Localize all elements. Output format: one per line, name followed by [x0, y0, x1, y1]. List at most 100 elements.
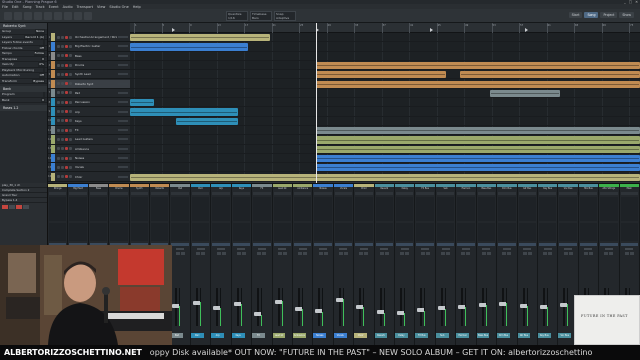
- insert-rack[interactable]: [538, 197, 557, 221]
- record-button[interactable]: [65, 54, 68, 58]
- send-rack[interactable]: [600, 223, 618, 241]
- track-lane[interactable]: [130, 89, 640, 99]
- send-rack[interactable]: [375, 223, 394, 241]
- channel-name-bottom[interactable]: FX: [252, 333, 265, 338]
- track-header[interactable]: 6 Roberto Synt: [48, 79, 130, 89]
- mute-button[interactable]: [57, 147, 60, 151]
- insert-rack[interactable]: [273, 197, 291, 221]
- record-button[interactable]: [65, 128, 68, 132]
- channel-name-bottom[interactable]: Harmon: [456, 333, 470, 338]
- track-lane[interactable]: [130, 80, 640, 89]
- mute-button[interactable]: [543, 252, 548, 255]
- insert-rack[interactable]: [416, 197, 434, 221]
- mute-button[interactable]: [338, 252, 343, 255]
- track-name[interactable]: Noises: [75, 156, 117, 160]
- track-name[interactable]: Drums: [75, 63, 117, 67]
- event-clip[interactable]: [460, 71, 640, 79]
- send-rack[interactable]: [314, 223, 332, 241]
- solo-button[interactable]: [180, 252, 185, 255]
- track-header[interactable]: 10 Keys: [48, 116, 130, 126]
- input-slot[interactable]: [69, 192, 87, 195]
- record-button[interactable]: [65, 44, 68, 48]
- output-selector[interactable]: [232, 243, 251, 246]
- track-volume-slider[interactable]: [118, 73, 128, 76]
- record-button[interactable]: [65, 72, 68, 76]
- solo-button[interactable]: [61, 63, 64, 67]
- track-name[interactable]: Arp: [75, 110, 117, 114]
- send-rack[interactable]: [436, 223, 455, 241]
- marker-flag[interactable]: [430, 28, 433, 32]
- track-volume-slider[interactable]: [118, 147, 128, 150]
- track-lane[interactable]: [130, 145, 640, 154]
- solo-button[interactable]: [282, 252, 287, 255]
- split-tool-button[interactable]: [34, 12, 42, 20]
- send-rack[interactable]: [232, 223, 251, 241]
- pan-slider[interactable]: [421, 248, 430, 250]
- menu-item-transport[interactable]: Transport: [77, 5, 93, 9]
- website-brand[interactable]: ALBERTORIZZOSCHETTINO.NET: [0, 348, 142, 357]
- send-rack[interactable]: [559, 223, 577, 241]
- monitor-button[interactable]: [69, 137, 72, 141]
- solo-button[interactable]: [61, 44, 64, 48]
- insert-rack[interactable]: [49, 197, 67, 221]
- send-rack[interactable]: [416, 223, 434, 241]
- track-header[interactable]: 1 Orchestral Arrangement / Strings: [48, 33, 130, 43]
- track-color-swatch[interactable]: [51, 88, 55, 98]
- send-rack[interactable]: [620, 223, 638, 241]
- insert-rack[interactable]: [579, 197, 598, 221]
- track-name[interactable]: Pad: [75, 91, 117, 95]
- pan-slider[interactable]: [319, 248, 328, 250]
- send-rack[interactable]: [171, 223, 189, 241]
- send-rack[interactable]: [110, 223, 128, 241]
- track-name[interactable]: Big Electric Guitar: [75, 44, 117, 48]
- mute-button[interactable]: [57, 119, 60, 123]
- solo-button[interactable]: [303, 252, 308, 255]
- track-name[interactable]: Synth Lead: [75, 72, 117, 76]
- solo-button[interactable]: [466, 252, 471, 255]
- monitor-button[interactable]: [69, 119, 72, 123]
- insert-rack[interactable]: [396, 197, 414, 221]
- mute-button[interactable]: [522, 252, 527, 255]
- pan-slider[interactable]: [543, 248, 552, 250]
- solo-button[interactable]: [61, 100, 64, 104]
- pan-slider[interactable]: [461, 248, 470, 250]
- channel-name-bottom[interactable]: Noises: [313, 333, 327, 338]
- menu-item-audio[interactable]: Audio: [63, 5, 73, 9]
- monitor-button[interactable]: [69, 110, 72, 114]
- record-button[interactable]: [65, 119, 68, 123]
- solo-button[interactable]: [61, 91, 64, 95]
- solo-button[interactable]: [384, 252, 389, 255]
- solo-button[interactable]: [61, 119, 64, 123]
- track-name[interactable]: Roberto Synt: [75, 82, 117, 86]
- monitor-button[interactable]: [69, 147, 72, 151]
- event-clip[interactable]: [316, 164, 640, 172]
- mute-button[interactable]: [604, 252, 609, 255]
- insert-rack[interactable]: [600, 197, 618, 221]
- output-selector[interactable]: [498, 243, 516, 246]
- insert-rack[interactable]: [436, 197, 455, 221]
- pan-slider[interactable]: [298, 248, 307, 250]
- record-button[interactable]: [65, 165, 68, 169]
- channel-name-bottom[interactable]: Choir: [354, 333, 367, 338]
- solo-button[interactable]: [61, 110, 64, 114]
- pan-slider[interactable]: [584, 248, 593, 250]
- send-rack[interactable]: [334, 223, 353, 241]
- solo-button[interactable]: [61, 147, 64, 151]
- output-selector[interactable]: [477, 243, 496, 246]
- volume-fader-track[interactable]: [400, 288, 403, 326]
- solo-button[interactable]: [61, 128, 64, 132]
- track-color-swatch[interactable]: [51, 116, 55, 125]
- track-lane[interactable]: [130, 107, 640, 117]
- solo-button[interactable]: [364, 252, 369, 255]
- track-header[interactable]: 13 Ambience: [48, 144, 130, 154]
- input-slot[interactable]: [620, 192, 638, 195]
- pan-slider[interactable]: [523, 248, 532, 250]
- pan-slider[interactable]: [502, 248, 511, 250]
- inspector-row-value[interactable]: 0: [41, 97, 45, 102]
- solo-button[interactable]: [507, 252, 512, 255]
- volume-fader-track[interactable]: [379, 288, 382, 326]
- solo-button[interactable]: [343, 252, 348, 255]
- mute-button[interactable]: [175, 252, 180, 255]
- send-rack[interactable]: [212, 223, 230, 241]
- solo-button[interactable]: [588, 252, 593, 255]
